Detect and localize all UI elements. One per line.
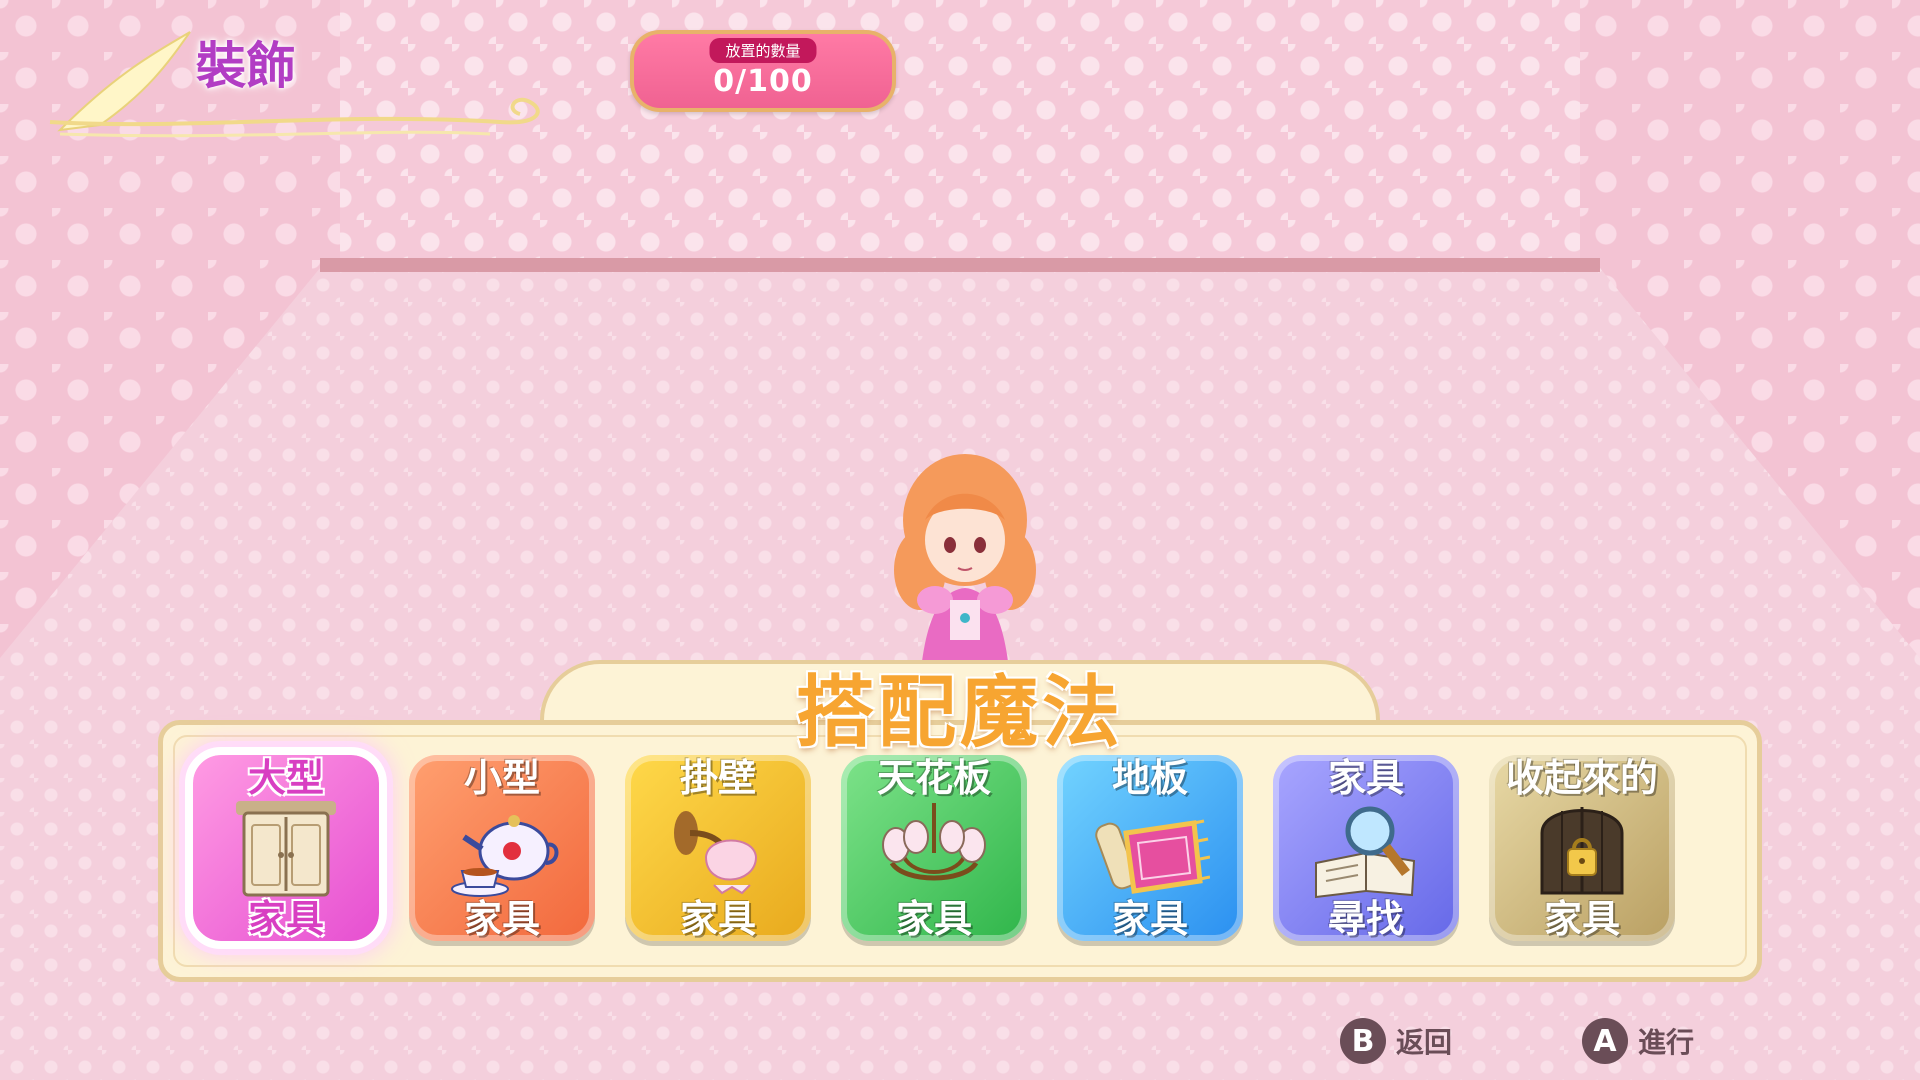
- button-hints: B 返回 A 進行: [1340, 1018, 1694, 1064]
- mode-title: 裝飾: [196, 37, 296, 95]
- back-label: 返回: [1396, 1026, 1453, 1059]
- rug-icon: [1095, 819, 1210, 894]
- category-wall-furniture[interactable]: 掛壁 家具: [625, 755, 811, 941]
- magnifier-book-icon: [1315, 806, 1416, 899]
- back-hint[interactable]: B 返回: [1340, 1018, 1452, 1064]
- category-furniture-search[interactable]: 家具 尋找: [1273, 755, 1459, 941]
- b-button-icon: B: [1340, 1018, 1386, 1064]
- a-button-icon: A: [1582, 1018, 1629, 1064]
- storage-chest-icon: [1540, 807, 1624, 895]
- category-label-bottom: 家具: [679, 897, 756, 941]
- wall-lamp-icon: [674, 811, 758, 895]
- confirm-hint[interactable]: A 進行: [1582, 1018, 1694, 1064]
- wardrobe-icon: [236, 801, 336, 897]
- category-label-bottom: 家具: [1111, 897, 1188, 941]
- confirm-label: 進行: [1638, 1026, 1695, 1059]
- category-ceiling-furniture[interactable]: 天花板 家具: [841, 755, 1027, 941]
- menu-title: 搭配魔法: [795, 668, 1124, 758]
- placed-count-label: 放置的數量: [709, 38, 817, 63]
- category-large-furniture[interactable]: 大型 家具: [185, 747, 387, 949]
- category-label-bottom: 家具: [247, 897, 324, 941]
- category-label-bottom: 家具: [895, 897, 972, 941]
- placed-count-box: 放置的數量 0/100: [630, 30, 896, 112]
- category-floor-furniture[interactable]: 地板 家具: [1057, 755, 1243, 941]
- quill-decoration-icon: [49, 31, 540, 138]
- category-small-furniture[interactable]: 小型 家具: [409, 755, 595, 941]
- category-stored-furniture[interactable]: 收起來的 家具: [1489, 755, 1675, 941]
- baseboard: [320, 258, 1600, 272]
- category-label-bottom: 家具: [1543, 897, 1620, 941]
- teapot-icon: [451, 815, 559, 897]
- category-label-bottom: 尋找: [1327, 897, 1404, 941]
- chandelier-icon: [882, 803, 986, 881]
- category-label-bottom: 家具: [463, 897, 540, 941]
- placed-count-value: 0/100: [713, 64, 813, 99]
- princess-character: [894, 454, 1036, 680]
